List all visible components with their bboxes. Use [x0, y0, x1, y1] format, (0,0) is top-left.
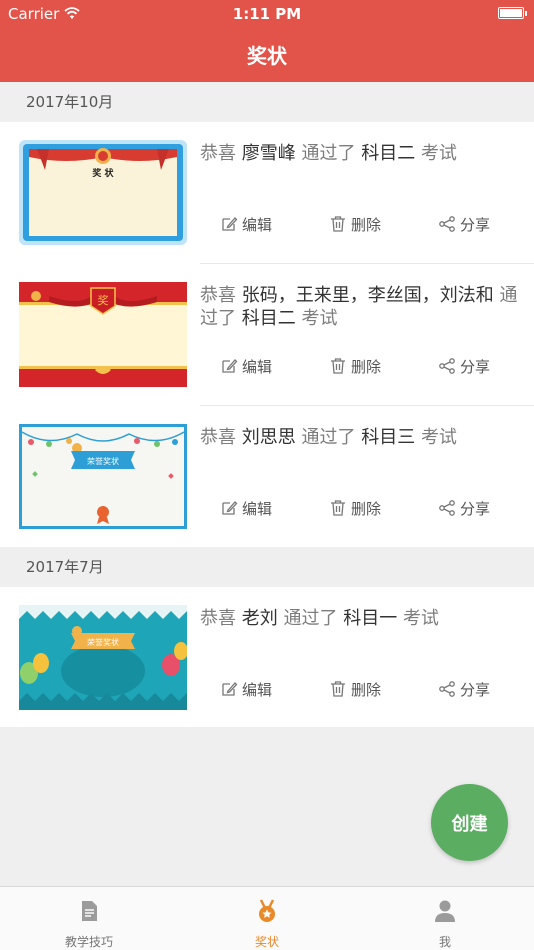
student-names: 刘思思 [241, 427, 296, 448]
section-header-2017-10: 2017年10月 [0, 82, 534, 122]
certificate-thumbnail[interactable]: 奖 状 [19, 140, 187, 245]
card-caption: 恭喜 廖雪峰 通过了 科目二 考试 [200, 143, 457, 164]
section-header-2017-07: 2017年7月 [0, 547, 534, 587]
certificate-card[interactable]: 奖 恭喜 张码，王来里，李丝国，刘法和 通过了 科目二 考试 编辑 删除 分享 [0, 264, 534, 406]
student-names: 廖雪峰 [241, 143, 296, 164]
status-bar: Carrier 1:11 PM [0, 0, 534, 28]
share-icon [439, 216, 455, 232]
thumbnail-title-text: 荣誉奖状 [87, 637, 119, 647]
certificate-card[interactable]: 奖 状 恭喜 廖雪峰 通过了 科目二 考试 编辑 删除 分享 [0, 122, 534, 264]
certificate-thumbnail[interactable]: 荣誉奖状 [19, 424, 187, 529]
edit-icon [222, 501, 238, 515]
delete-button[interactable]: 删除 [329, 497, 381, 519]
person-icon [435, 900, 455, 922]
card-caption: 恭喜 老刘 通过了 科目一 考试 [200, 608, 439, 629]
tab-teaching-tips[interactable]: 教学技巧 [0, 887, 178, 950]
delete-button[interactable]: 删除 [329, 213, 381, 235]
exam-subject: 科目二 [241, 308, 296, 329]
tab-bar: 教学技巧 奖状 我 [0, 886, 534, 950]
create-button[interactable]: 创建 [431, 784, 508, 861]
share-icon [439, 500, 455, 516]
share-icon [439, 681, 455, 697]
card-caption: 恭喜 刘思思 通过了 科目三 考试 [200, 427, 457, 448]
exam-subject: 科目一 [343, 608, 398, 629]
app-screen: Carrier 1:11 PM 奖状 2017年10月 奖 状 恭喜 廖雪峰 通… [0, 0, 534, 950]
document-icon [82, 901, 97, 921]
share-button[interactable]: 分享 [438, 213, 490, 235]
share-icon [439, 358, 455, 374]
card-caption: 恭喜 张码，王来里，李丝国，刘法和 通过了 科目二 考试 [200, 285, 518, 329]
share-button[interactable]: 分享 [438, 355, 490, 377]
edit-button[interactable]: 编辑 [220, 497, 272, 519]
thumbnail-title-text: 奖 [98, 293, 109, 307]
trash-icon [331, 216, 345, 232]
delete-button[interactable]: 删除 [329, 355, 381, 377]
trash-icon [331, 358, 345, 374]
edit-icon [222, 682, 238, 696]
page-title: 奖状 [247, 44, 287, 68]
certificate-thumbnail[interactable]: 荣誉奖状 [19, 605, 187, 710]
edit-button[interactable]: 编辑 [220, 213, 272, 235]
delete-button[interactable]: 删除 [329, 678, 381, 700]
certificate-card[interactable]: 荣誉奖状 恭喜 刘思思 通过了 科目三 考试 编辑 删除 分享 [0, 406, 534, 547]
medal-icon [259, 899, 275, 922]
card-actions: 编辑 删除 分享 [200, 678, 534, 700]
student-names: 张码，王来里，李丝国，刘法和 [241, 285, 494, 306]
tab-me[interactable]: 我 [356, 887, 534, 950]
exam-subject: 科目二 [361, 143, 416, 164]
status-time: 1:11 PM [232, 5, 302, 23]
thumbnail-title-text: 奖 状 [92, 167, 114, 179]
share-button[interactable]: 分享 [438, 497, 490, 519]
trash-icon [331, 500, 345, 516]
edit-button[interactable]: 编辑 [220, 355, 272, 377]
trash-icon [331, 681, 345, 697]
thumbnail-title-text: 荣誉奖状 [87, 456, 119, 466]
battery-icon [498, 7, 527, 19]
card-actions: 编辑 删除 分享 [200, 213, 534, 235]
header-bar: Carrier 1:11 PM 奖状 [0, 0, 534, 82]
tab-certificates[interactable]: 奖状 [178, 887, 356, 950]
edit-icon [222, 217, 238, 231]
certificate-thumbnail[interactable]: 奖 [19, 282, 187, 387]
edit-button[interactable]: 编辑 [220, 678, 272, 700]
exam-subject: 科目三 [361, 427, 416, 448]
card-actions: 编辑 删除 分享 [200, 355, 534, 377]
certificate-card[interactable]: 荣誉奖状 恭喜 老刘 通过了 科目一 考试 编辑 删除 分享 [0, 587, 534, 727]
card-actions: 编辑 删除 分享 [200, 497, 534, 519]
share-button[interactable]: 分享 [438, 678, 490, 700]
edit-icon [222, 359, 238, 373]
student-names: 老刘 [241, 608, 278, 629]
